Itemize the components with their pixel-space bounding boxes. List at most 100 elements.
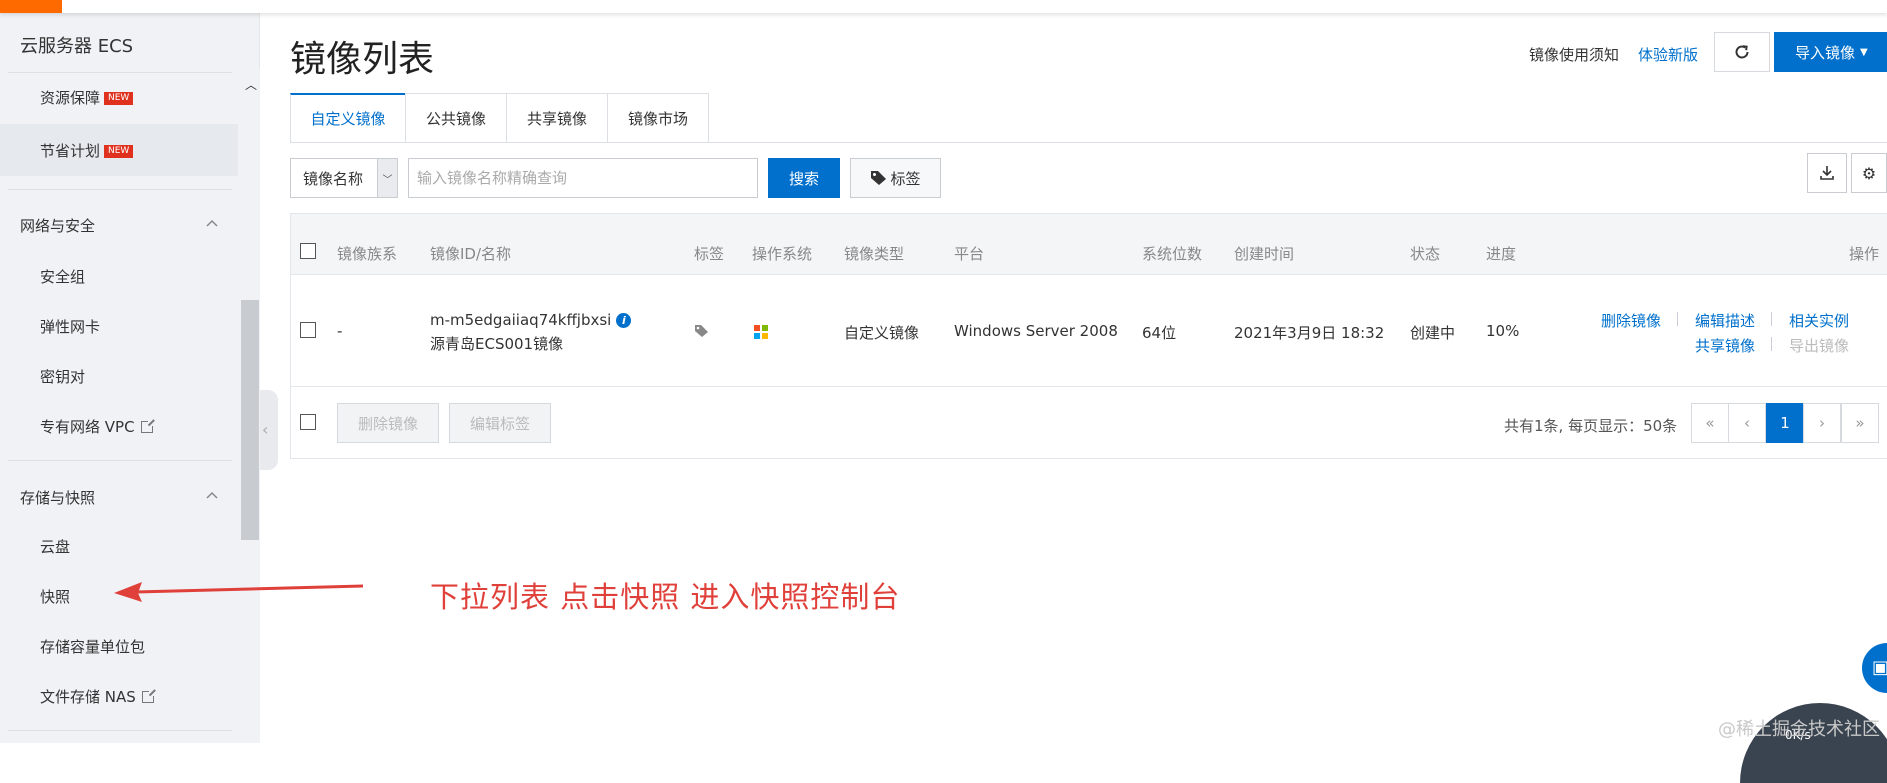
divider — [8, 189, 232, 190]
import-image-button[interactable]: 导入镜像 ▼ — [1774, 32, 1887, 72]
caret-down-icon: ▼ — [1860, 46, 1868, 58]
tag-icon[interactable] — [694, 324, 710, 338]
chevron-up-icon[interactable] — [206, 490, 218, 502]
row-image-type: 自定义镜像 — [844, 324, 920, 342]
column-header-os: 操作系统 — [752, 245, 813, 263]
row-image-id[interactable]: m-m5edgaiiaq74kffjbxsi i — [430, 311, 632, 329]
row-platform: Windows Server 2008 — [954, 322, 1118, 340]
page-title: 镜像列表 — [290, 39, 435, 80]
sidebar-group-network-security[interactable]: 网络与安全 — [20, 215, 95, 236]
floating-action-button[interactable]: ▣ — [1862, 643, 1887, 693]
separator — [1771, 312, 1772, 326]
tab-custom-image[interactable]: 自定义镜像 — [290, 93, 406, 143]
refresh-button[interactable] — [1714, 32, 1770, 72]
sidebar-item-snapshot[interactable]: 快照 — [40, 586, 70, 607]
row-progress: 10% — [1486, 322, 1520, 340]
prev-page-button[interactable]: ‹ — [1728, 403, 1766, 443]
export-image-link[interactable]: 导出镜像 — [1789, 335, 1849, 356]
sidebar-item-disk[interactable]: 云盘 — [40, 536, 70, 557]
column-header-platform: 平台 — [954, 245, 985, 263]
pagination-summary: 共有1条, 每页显示：50条 — [1504, 417, 1678, 435]
tabs-divider — [290, 142, 1887, 143]
try-new-version-link[interactable]: 体验新版 — [1638, 44, 1698, 65]
tag-icon — [871, 171, 887, 185]
watermark: @稀土掘金技术社区 — [1718, 719, 1880, 740]
column-header-id-name: 镜像ID/名称 — [430, 245, 512, 263]
footer-select-all-checkbox[interactable] — [300, 414, 316, 430]
page-1-button[interactable]: 1 — [1766, 403, 1804, 443]
row-image-name: 源青岛ECS001镜像 — [430, 335, 564, 353]
refresh-icon — [1735, 45, 1749, 59]
chevron-down-icon: ﹀ — [377, 159, 397, 197]
sidebar-item-savings-plan[interactable]: 节省计划 NEW — [40, 140, 134, 161]
chevron-up-icon[interactable] — [206, 218, 218, 230]
tab-shared-image[interactable]: 共享镜像 — [506, 93, 608, 143]
tag-filter-button[interactable]: 标签 — [850, 158, 941, 198]
sidebar-item-vpc[interactable]: 专有网络 VPC — [40, 416, 155, 437]
download-icon — [1820, 166, 1834, 180]
divider — [8, 460, 232, 461]
row-created-time: 2021年3月9日 18:32 — [1234, 324, 1385, 342]
tab-image-market[interactable]: 镜像市场 — [607, 93, 709, 143]
image-usage-notice-link[interactable]: 镜像使用须知 — [1529, 44, 1619, 65]
column-header-status: 状态 — [1410, 245, 1441, 263]
new-badge: NEW — [104, 92, 134, 105]
chevron-left-icon: ‹ — [262, 420, 269, 439]
sidebar-group-storage-snapshot[interactable]: 存储与快照 — [20, 487, 95, 508]
download-button[interactable] — [1807, 153, 1847, 193]
external-link-icon — [140, 419, 155, 433]
table-header — [290, 213, 1887, 275]
info-icon[interactable]: i — [616, 313, 632, 328]
sidebar-item-nas[interactable]: 文件存储 NAS — [40, 686, 156, 707]
edit-description-link[interactable]: 编辑描述 — [1695, 310, 1755, 331]
column-header-progress: 进度 — [1486, 245, 1517, 263]
separator — [1677, 312, 1678, 326]
column-header-image-type: 镜像类型 — [844, 245, 905, 263]
gear-icon: ⚙ — [1861, 163, 1877, 183]
new-badge: NEW — [104, 145, 134, 158]
search-field-select[interactable]: 镜像名称 ﹀ — [290, 158, 398, 198]
search-button[interactable]: 搜索 — [768, 158, 840, 198]
column-header-bits: 系统位数 — [1142, 245, 1203, 263]
first-page-button[interactable]: « — [1691, 403, 1729, 443]
row-status: 创建中 — [1410, 324, 1456, 342]
bulk-edit-tags-button[interactable]: 编辑标签 — [449, 403, 551, 443]
divider — [8, 730, 232, 731]
next-page-button[interactable]: › — [1803, 403, 1841, 443]
grid-icon: ▣ — [1872, 657, 1887, 678]
related-instances-link[interactable]: 相关实例 — [1789, 310, 1849, 331]
column-header-tags: 标签 — [694, 245, 725, 263]
sidebar-item-eni[interactable]: 弹性网卡 — [40, 316, 100, 337]
row-bits: 64位 — [1142, 324, 1177, 342]
brand-logo[interactable] — [0, 0, 62, 13]
sidebar-item-security-group[interactable]: 安全组 — [40, 266, 85, 287]
sidebar-collapse-toggle[interactable]: ‹ — [260, 390, 278, 470]
top-navbar — [0, 0, 1887, 13]
share-image-link[interactable]: 共享镜像 — [1695, 335, 1755, 356]
column-header-actions: 操作 — [1849, 245, 1880, 263]
row-checkbox[interactable] — [300, 322, 316, 338]
column-header-created: 创建时间 — [1234, 245, 1295, 263]
bulk-delete-button[interactable]: 删除镜像 — [337, 403, 439, 443]
separator — [1771, 337, 1772, 351]
divider — [8, 72, 232, 73]
select-all-checkbox[interactable] — [300, 243, 316, 259]
row-family: - — [337, 322, 343, 340]
sidebar: 云服务器 ECS 资源保障 NEW 节省计划 NEW 网络与安全 安全组 弹性网卡 … — [0, 0, 260, 743]
external-link-icon — [141, 689, 156, 703]
sidebar-item-resource-guarantee[interactable]: 资源保障 NEW — [40, 87, 134, 108]
last-page-button[interactable]: » — [1841, 403, 1879, 443]
settings-button[interactable]: ⚙ — [1851, 153, 1887, 193]
windows-icon — [754, 325, 768, 339]
annotation-text: 下拉列表 点击快照 进入快照控制台 — [430, 580, 901, 614]
column-header-family: 镜像族系 — [337, 245, 398, 263]
annotation-arrow — [114, 582, 364, 602]
search-input[interactable] — [408, 158, 758, 198]
scroll-up-icon[interactable]: ︿ — [245, 76, 257, 93]
sidebar-title[interactable]: 云服务器 ECS — [20, 32, 133, 58]
sidebar-item-keypair[interactable]: 密钥对 — [40, 366, 85, 387]
sidebar-item-storage-capacity[interactable]: 存储容量单位包 — [40, 636, 145, 657]
scrollbar-thumb[interactable] — [241, 300, 259, 540]
tab-public-image[interactable]: 公共镜像 — [405, 93, 507, 143]
delete-image-link[interactable]: 删除镜像 — [1601, 310, 1661, 331]
